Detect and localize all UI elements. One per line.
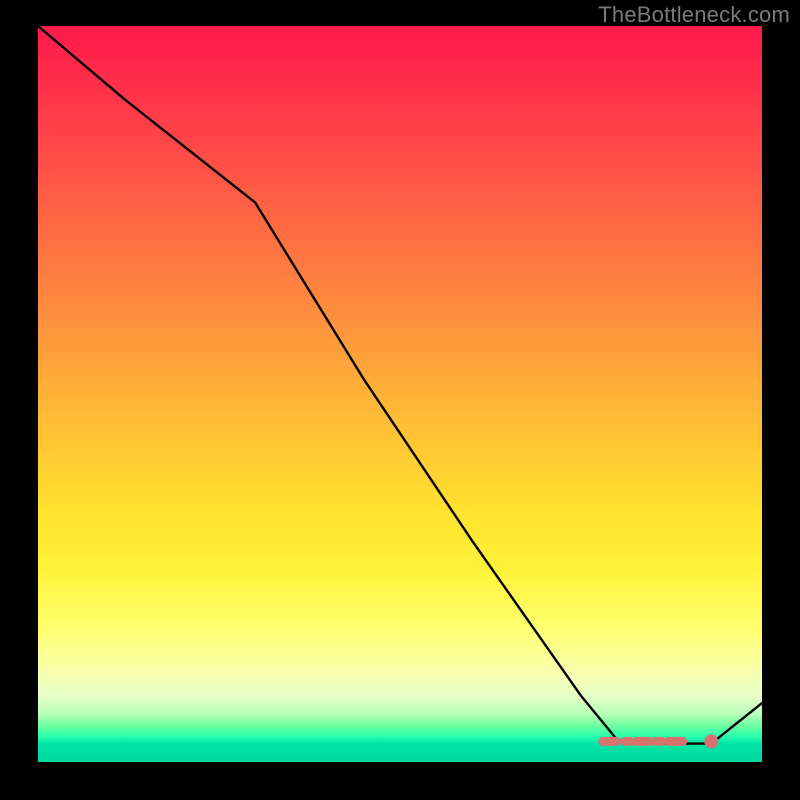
watermark-text: TheBottleneck.com [598, 2, 790, 28]
chart-frame: TheBottleneck.com [0, 0, 800, 800]
black-curve [38, 26, 762, 744]
plot-area [38, 26, 762, 762]
chart-overlay [38, 26, 762, 762]
red-marker-dot [704, 734, 718, 748]
